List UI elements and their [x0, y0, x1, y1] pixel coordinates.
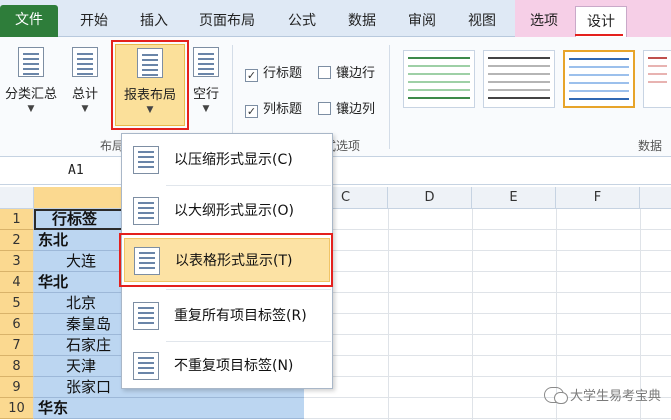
grand-totals-button[interactable]: 总计 ▼ [62, 47, 108, 127]
blank-rows-button[interactable]: 空行 ▼ [188, 47, 224, 127]
watermark: 大学生易考宝典 [543, 385, 661, 404]
blank-rows-label: 空行 [192, 87, 219, 102]
row-header[interactable]: 8 [0, 356, 34, 377]
group-divider [389, 45, 390, 149]
grid-line [304, 376, 671, 377]
menu-item-no-repeat-labels[interactable]: 不重复项目标签(N) [124, 344, 330, 388]
grid-line [472, 209, 473, 420]
column-headers-label: 列标题 [263, 102, 303, 117]
wechat-icon [543, 387, 568, 404]
menu-item-repeat-labels[interactable]: 重复所有项目标签(R) [124, 294, 330, 338]
subtotals-label: 分类汇总 [4, 87, 57, 102]
row-header[interactable]: 6 [0, 314, 34, 335]
row-header[interactable]: 7 [0, 335, 34, 356]
menu-item-label: 以大纲形式显示(O) [174, 203, 294, 219]
column-header-f[interactable]: F [556, 187, 640, 209]
watermark-text: 大学生易考宝典 [569, 389, 661, 404]
grid-line [388, 209, 389, 420]
formula-bar: A1 [0, 157, 671, 185]
design-tab-underline [575, 34, 623, 36]
banded-rows-checkbox[interactable]: 镶边行 [318, 62, 375, 81]
banded-rows-label: 镶边行 [336, 66, 376, 81]
tab-review[interactable]: 审阅 [400, 6, 444, 37]
row-header[interactable]: 9 [0, 377, 34, 398]
blank-rows-icon [193, 47, 219, 77]
grid-line [304, 313, 671, 314]
grand-totals-label: 总计 [71, 87, 98, 102]
banded-columns-checkbox[interactable]: 镶边列 [318, 98, 375, 117]
repeat-labels-icon [133, 302, 159, 330]
tab-file[interactable]: 文件 [0, 5, 58, 37]
chevron-down-icon: ▼ [81, 104, 89, 114]
subtotals-button[interactable]: 分类汇总 ▼ [2, 47, 60, 127]
grid-line [304, 250, 671, 251]
tab-data[interactable]: 数据 [340, 6, 384, 37]
grid-line [304, 355, 671, 356]
row-header[interactable]: 4 [0, 272, 34, 293]
pivot-row-label-cell[interactable]: 华东 [34, 398, 304, 419]
chevron-down-icon: ▼ [202, 104, 210, 114]
pivot-style-thumb-blue-selected[interactable] [563, 50, 635, 108]
row-header[interactable]: 1 [0, 209, 34, 230]
no-repeat-labels-icon [133, 352, 159, 380]
styles-group-label: 数据 [638, 139, 663, 153]
grand-totals-icon [72, 47, 98, 77]
column-header-g[interactable] [640, 187, 671, 209]
checkbox-unchecked-icon [318, 102, 331, 115]
tab-options[interactable]: 选项 [520, 6, 568, 37]
menu-item-label: 重复所有项目标签(R) [174, 308, 307, 324]
menu-item-compact-form[interactable]: 以压缩形式显示(C) [124, 138, 330, 182]
menu-item-label: 以压缩形式显示(C) [174, 152, 293, 168]
grid-line [304, 229, 671, 230]
banded-columns-label: 镶边列 [336, 102, 376, 117]
select-all-corner[interactable] [0, 187, 34, 209]
menu-separator [166, 341, 331, 342]
pivot-style-thumb-green[interactable] [403, 50, 475, 108]
row-header[interactable]: 5 [0, 293, 34, 314]
grid-line [304, 418, 671, 419]
subtotals-icon [18, 47, 44, 77]
pivot-styles-gallery [397, 44, 671, 114]
row-headers-checkbox[interactable]: ✓ 行标题 [245, 62, 302, 82]
ribbon-tab-bar: 文件 开始 插入 页面布局 公式 数据 审阅 视图 选项 设计 [0, 0, 671, 38]
menu-item-outline-form[interactable]: 以大纲形式显示(O) [124, 189, 330, 233]
column-header-e[interactable]: E [472, 187, 556, 209]
tabular-form-highlight-box [119, 233, 333, 287]
row-header[interactable]: 10 [0, 398, 34, 419]
column-header-d[interactable]: D [388, 187, 472, 209]
row-header[interactable]: 3 [0, 251, 34, 272]
menu-separator [166, 289, 331, 290]
chevron-down-icon: ▼ [27, 104, 35, 114]
outline-form-icon [133, 197, 159, 225]
report-layout-highlight-box [111, 40, 189, 130]
tab-home[interactable]: 开始 [72, 6, 116, 37]
tab-formulas[interactable]: 公式 [280, 6, 324, 37]
checkbox-checked-icon: ✓ [245, 105, 258, 118]
pivot-style-thumb-partial[interactable] [643, 50, 671, 108]
grid-line [304, 292, 671, 293]
tab-page-layout[interactable]: 页面布局 [192, 6, 262, 37]
row-header[interactable]: 2 [0, 230, 34, 251]
menu-separator [166, 185, 331, 186]
tab-view[interactable]: 视图 [460, 6, 504, 37]
menu-item-label: 不重复项目标签(N) [174, 358, 294, 374]
pivot-style-thumb-gray[interactable] [483, 50, 555, 108]
grid-line [304, 334, 671, 335]
tab-insert[interactable]: 插入 [132, 6, 176, 37]
compact-form-icon [133, 146, 159, 174]
row-headers-label: 行标题 [263, 66, 303, 81]
checkbox-unchecked-icon [318, 66, 331, 79]
grid-line [304, 271, 671, 272]
column-headers-checkbox[interactable]: ✓ 列标题 [245, 98, 302, 118]
checkbox-checked-icon: ✓ [245, 69, 258, 82]
